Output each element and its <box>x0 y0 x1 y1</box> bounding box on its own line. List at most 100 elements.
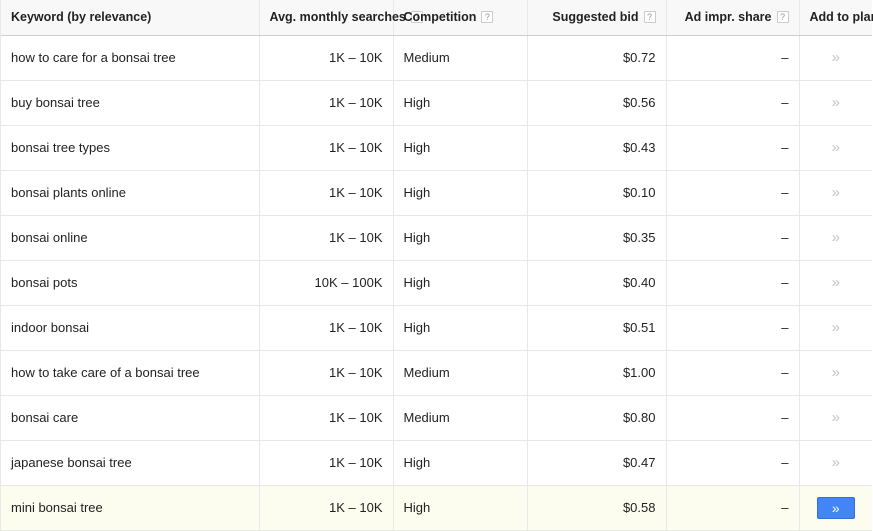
cell-suggested-bid: $0.47 <box>527 440 666 485</box>
add-to-plan-chevron-icon[interactable]: » <box>832 275 840 290</box>
add-to-plan-button-active[interactable]: » <box>817 497 855 519</box>
column-header-suggested-bid-label: Suggested bid <box>552 10 638 24</box>
help-icon-ad-impr-share[interactable]: ? <box>777 11 789 23</box>
cell-avg-monthly-searches: 1K – 10K <box>259 395 393 440</box>
cell-add-to-plan: » <box>799 260 872 305</box>
table-header-row: Keyword (by relevance) Avg. monthly sear… <box>1 0 872 35</box>
cell-ad-impr-share: – <box>666 35 799 80</box>
cell-competition: Medium <box>393 350 527 395</box>
cell-keyword: bonsai pots <box>1 260 259 305</box>
cell-ad-impr-share: – <box>666 80 799 125</box>
cell-ad-impr-share: – <box>666 260 799 305</box>
cell-avg-monthly-searches: 1K – 10K <box>259 485 393 530</box>
keyword-planner-table-wrapper: Keyword (by relevance) Avg. monthly sear… <box>0 0 871 531</box>
cell-suggested-bid: $0.35 <box>527 215 666 260</box>
cell-avg-monthly-searches: 1K – 10K <box>259 35 393 80</box>
cell-avg-monthly-searches: 1K – 10K <box>259 350 393 395</box>
cell-suggested-bid: $1.00 <box>527 350 666 395</box>
cell-keyword: indoor bonsai <box>1 305 259 350</box>
cell-suggested-bid: $0.40 <box>527 260 666 305</box>
column-header-competition-label: Competition <box>404 10 477 24</box>
cell-avg-monthly-searches: 1K – 10K <box>259 170 393 215</box>
add-to-plan-chevron-icon[interactable]: » <box>832 365 840 380</box>
cell-avg-monthly-searches: 10K – 100K <box>259 260 393 305</box>
cell-competition: Medium <box>393 395 527 440</box>
table-row[interactable]: japanese bonsai tree1K – 10KHigh$0.47– » <box>1 440 872 485</box>
column-header-ad-impr-share-label: Ad impr. share <box>685 10 772 24</box>
table-row[interactable]: bonsai online1K – 10KHigh$0.35– » <box>1 215 872 260</box>
cell-ad-impr-share: – <box>666 440 799 485</box>
cell-competition: High <box>393 305 527 350</box>
cell-keyword: bonsai tree types <box>1 125 259 170</box>
cell-avg-monthly-searches: 1K – 10K <box>259 215 393 260</box>
cell-competition: High <box>393 170 527 215</box>
cell-keyword: bonsai care <box>1 395 259 440</box>
keyword-ideas-table: Keyword (by relevance) Avg. monthly sear… <box>1 0 872 531</box>
add-to-plan-chevron-icon[interactable]: » <box>832 320 840 335</box>
cell-add-to-plan: » <box>799 215 872 260</box>
cell-add-to-plan: » <box>799 305 872 350</box>
cell-keyword: how to take care of a bonsai tree <box>1 350 259 395</box>
cell-avg-monthly-searches: 1K – 10K <box>259 305 393 350</box>
table-row[interactable]: bonsai pots10K – 100KHigh$0.40– » <box>1 260 872 305</box>
add-to-plan-chevron-icon[interactable]: » <box>832 410 840 425</box>
cell-keyword: bonsai online <box>1 215 259 260</box>
table-row[interactable]: bonsai tree types1K – 10KHigh$0.43–» <box>1 125 872 170</box>
cell-suggested-bid: $0.10 <box>527 170 666 215</box>
add-to-plan-chevron-icon[interactable]: » <box>832 95 840 110</box>
add-to-plan-chevron-icon[interactable]: » <box>832 140 840 155</box>
cell-ad-impr-share: – <box>666 215 799 260</box>
add-to-plan-chevron-icon[interactable]: » <box>832 185 840 200</box>
cell-add-to-plan: » <box>799 395 872 440</box>
cell-ad-impr-share: – <box>666 170 799 215</box>
cell-add-to-plan: » <box>799 485 872 530</box>
cell-competition: High <box>393 80 527 125</box>
cell-keyword: japanese bonsai tree <box>1 440 259 485</box>
cell-suggested-bid: $0.43 <box>527 125 666 170</box>
table-row[interactable]: how to take care of a bonsai tree1K – 10… <box>1 350 872 395</box>
cell-suggested-bid: $0.58 <box>527 485 666 530</box>
column-header-add-to-plan-label: Add to plan <box>810 10 873 24</box>
help-icon-competition[interactable]: ? <box>481 11 493 23</box>
column-header-avg-monthly-searches-label: Avg. monthly searches <box>270 10 406 24</box>
table-row[interactable]: indoor bonsai1K – 10KHigh$0.51– » <box>1 305 872 350</box>
cell-competition: High <box>393 485 527 530</box>
table-body: how to care for a bonsai tree1K – 10KMed… <box>1 35 872 530</box>
cell-keyword: buy bonsai tree <box>1 80 259 125</box>
cell-competition: High <box>393 440 527 485</box>
add-to-plan-chevron-icon[interactable]: » <box>832 455 840 470</box>
column-header-keyword-label: Keyword (by relevance) <box>11 10 151 24</box>
cell-ad-impr-share: – <box>666 350 799 395</box>
cell-competition: Medium <box>393 35 527 80</box>
column-header-ad-impr-share[interactable]: Ad impr. share ? <box>666 0 799 35</box>
column-header-competition[interactable]: Competition ? <box>393 0 527 35</box>
cell-suggested-bid: $0.72 <box>527 35 666 80</box>
table-header: Keyword (by relevance) Avg. monthly sear… <box>1 0 872 35</box>
cell-ad-impr-share: – <box>666 125 799 170</box>
table-row[interactable]: bonsai plants online1K – 10KHigh$0.10– » <box>1 170 872 215</box>
column-header-avg-monthly-searches[interactable]: Avg. monthly searches ? <box>259 0 393 35</box>
cell-avg-monthly-searches: 1K – 10K <box>259 440 393 485</box>
cell-competition: High <box>393 260 527 305</box>
column-header-suggested-bid[interactable]: Suggested bid ? <box>527 0 666 35</box>
cell-add-to-plan: » <box>799 125 872 170</box>
cell-competition: High <box>393 215 527 260</box>
cell-avg-monthly-searches: 1K – 10K <box>259 125 393 170</box>
cell-keyword: mini bonsai tree <box>1 485 259 530</box>
table-row[interactable]: buy bonsai tree1K – 10KHigh$0.56–» <box>1 80 872 125</box>
add-to-plan-chevron-icon[interactable]: » <box>832 50 840 65</box>
add-to-plan-chevron-icon[interactable]: » <box>832 230 840 245</box>
table-row[interactable]: how to care for a bonsai tree1K – 10KMed… <box>1 35 872 80</box>
column-header-keyword[interactable]: Keyword (by relevance) <box>1 0 259 35</box>
table-row[interactable]: bonsai care1K – 10KMedium$0.80–» <box>1 395 872 440</box>
cell-add-to-plan: » <box>799 35 872 80</box>
cell-keyword: bonsai plants online <box>1 170 259 215</box>
cell-suggested-bid: $0.56 <box>527 80 666 125</box>
cell-ad-impr-share: – <box>666 485 799 530</box>
table-row[interactable]: mini bonsai tree1K – 10KHigh$0.58–» <box>1 485 872 530</box>
cell-ad-impr-share: – <box>666 305 799 350</box>
cell-add-to-plan: » <box>799 350 872 395</box>
cell-add-to-plan: » <box>799 440 872 485</box>
cell-suggested-bid: $0.51 <box>527 305 666 350</box>
help-icon-suggested-bid[interactable]: ? <box>644 11 656 23</box>
